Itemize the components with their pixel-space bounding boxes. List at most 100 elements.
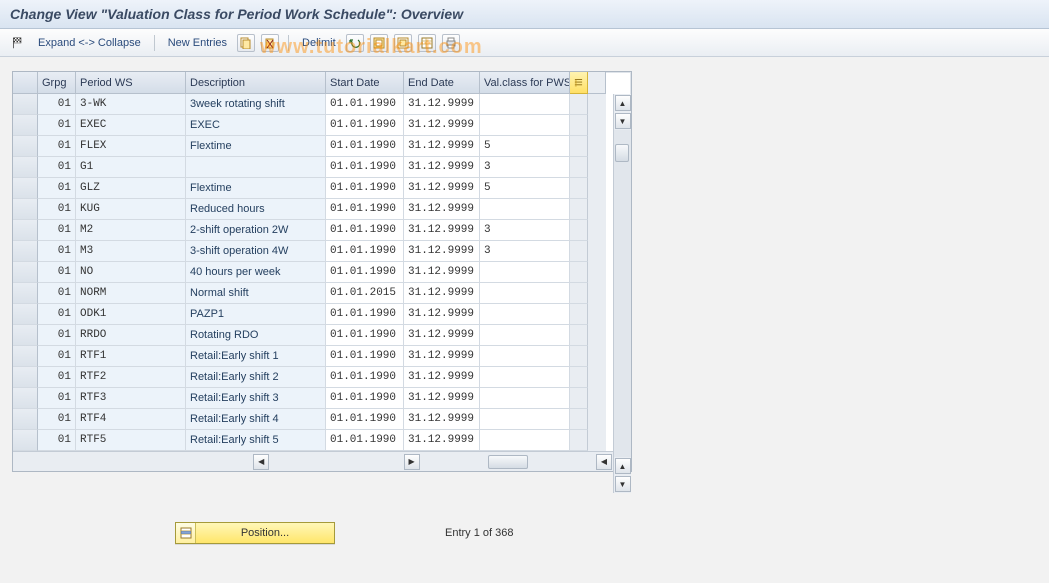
row-selector[interactable] <box>13 367 38 388</box>
checkered-flag-icon[interactable] <box>8 34 28 52</box>
row-selector[interactable] <box>13 430 38 451</box>
cell-val-class[interactable] <box>480 115 570 136</box>
cell-start-date[interactable]: 01.01.1990 <box>326 367 404 388</box>
delimit-button[interactable]: Delimit <box>298 35 340 51</box>
row-selector[interactable] <box>13 388 38 409</box>
row-selector[interactable] <box>13 220 38 241</box>
hscroll-left-step-icon[interactable]: ◀ <box>596 454 612 470</box>
cell-start-date[interactable]: 01.01.1990 <box>326 262 404 283</box>
cell-end-date[interactable]: 31.12.9999 <box>404 367 480 388</box>
cell-val-class[interactable] <box>480 409 570 430</box>
row-selector[interactable] <box>13 136 38 157</box>
cell-start-date[interactable]: 01.01.1990 <box>326 136 404 157</box>
cell-start-date[interactable]: 01.01.1990 <box>326 94 404 115</box>
deselect-all-icon[interactable] <box>394 34 412 52</box>
cell-end-date[interactable]: 31.12.9999 <box>404 199 480 220</box>
col-header-selector[interactable] <box>13 72 38 94</box>
cell-val-class[interactable]: 5 <box>480 136 570 157</box>
row-selector[interactable] <box>13 241 38 262</box>
cell-start-date[interactable]: 01.01.1990 <box>326 409 404 430</box>
cell-val-class[interactable] <box>480 304 570 325</box>
cell-start-date[interactable]: 01.01.1990 <box>326 241 404 262</box>
cell-val-class[interactable] <box>480 430 570 451</box>
cell-start-date[interactable]: 01.01.2015 <box>326 283 404 304</box>
cell-end-date[interactable]: 31.12.9999 <box>404 283 480 304</box>
cell-start-date[interactable]: 01.01.1990 <box>326 178 404 199</box>
cell-start-date[interactable]: 01.01.1990 <box>326 325 404 346</box>
row-selector[interactable] <box>13 283 38 304</box>
col-header-start-date[interactable]: Start Date <box>326 72 404 94</box>
cell-val-class[interactable] <box>480 262 570 283</box>
cell-val-class[interactable] <box>480 283 570 304</box>
row-selector[interactable] <box>13 346 38 367</box>
copy-icon[interactable] <box>237 34 255 52</box>
select-all-icon[interactable] <box>370 34 388 52</box>
cell-start-date[interactable]: 01.01.1990 <box>326 388 404 409</box>
scroll-thumb[interactable] <box>615 144 629 162</box>
cell-val-class[interactable] <box>480 199 570 220</box>
cell-start-date[interactable]: 01.01.1990 <box>326 115 404 136</box>
cell-end-date[interactable]: 31.12.9999 <box>404 136 480 157</box>
cell-val-class[interactable]: 3 <box>480 157 570 178</box>
cell-end-date[interactable]: 31.12.9999 <box>404 94 480 115</box>
cell-end-date[interactable]: 31.12.9999 <box>404 346 480 367</box>
undo-icon[interactable] <box>346 34 364 52</box>
row-selector[interactable] <box>13 178 38 199</box>
cell-val-class[interactable] <box>480 346 570 367</box>
hscroll-thumb[interactable] <box>488 455 528 469</box>
scroll-up-icon[interactable]: ▲ <box>615 95 631 111</box>
delete-icon[interactable] <box>261 34 279 52</box>
cell-start-date[interactable]: 01.01.1990 <box>326 199 404 220</box>
col-header-description[interactable]: Description <box>186 72 326 94</box>
print-icon[interactable] <box>442 34 460 52</box>
row-selector[interactable] <box>13 262 38 283</box>
vertical-scrollbar[interactable]: ▲ ▼ ▲ ▼ <box>613 94 631 493</box>
cell-end-date[interactable]: 31.12.9999 <box>404 409 480 430</box>
row-selector[interactable] <box>13 115 38 136</box>
cell-val-class[interactable]: 5 <box>480 178 570 199</box>
row-selector[interactable] <box>13 157 38 178</box>
cell-start-date[interactable]: 01.01.1990 <box>326 430 404 451</box>
scroll-up-step-icon[interactable]: ▲ <box>615 458 631 474</box>
col-header-grpg[interactable]: Grpg <box>38 72 76 94</box>
table-settings-icon[interactable] <box>418 34 436 52</box>
horizontal-scrollbar[interactable]: ◀ ▶ ◀ ▶ <box>13 451 631 471</box>
configure-columns-icon[interactable] <box>570 72 588 94</box>
col-header-period-ws[interactable]: Period WS <box>76 72 186 94</box>
cell-end-date[interactable]: 31.12.9999 <box>404 220 480 241</box>
row-selector[interactable] <box>13 409 38 430</box>
cell-val-class[interactable] <box>480 388 570 409</box>
col-header-val-class[interactable]: Val.class for PWS <box>480 72 570 94</box>
cell-val-class[interactable]: 3 <box>480 241 570 262</box>
position-button[interactable]: Position... <box>175 522 335 544</box>
cell-end-date[interactable]: 31.12.9999 <box>404 241 480 262</box>
scroll-down-icon[interactable]: ▼ <box>615 476 631 492</box>
cell-end-date[interactable]: 31.12.9999 <box>404 388 480 409</box>
row-selector[interactable] <box>13 304 38 325</box>
col-header-end-date[interactable]: End Date <box>404 72 480 94</box>
scroll-track[interactable] <box>614 130 631 457</box>
cell-end-date[interactable]: 31.12.9999 <box>404 115 480 136</box>
scroll-down-step-icon[interactable]: ▼ <box>615 113 631 129</box>
hscroll-right-step-icon[interactable]: ▶ <box>404 454 420 470</box>
cell-start-date[interactable]: 01.01.1990 <box>326 304 404 325</box>
cell-start-date[interactable]: 01.01.1990 <box>326 220 404 241</box>
cell-end-date[interactable]: 31.12.9999 <box>404 178 480 199</box>
cell-start-date[interactable]: 01.01.1990 <box>326 346 404 367</box>
cell-val-class[interactable] <box>480 94 570 115</box>
cell-val-class[interactable]: 3 <box>480 220 570 241</box>
cell-val-class[interactable] <box>480 367 570 388</box>
row-selector[interactable] <box>13 94 38 115</box>
new-entries-button[interactable]: New Entries <box>164 35 231 51</box>
cell-end-date[interactable]: 31.12.9999 <box>404 262 480 283</box>
hscroll-left-icon[interactable]: ◀ <box>253 454 269 470</box>
row-selector[interactable] <box>13 325 38 346</box>
cell-val-class[interactable] <box>480 325 570 346</box>
row-selector[interactable] <box>13 199 38 220</box>
cell-start-date[interactable]: 01.01.1990 <box>326 157 404 178</box>
cell-end-date[interactable]: 31.12.9999 <box>404 157 480 178</box>
expand-collapse-button[interactable]: Expand <-> Collapse <box>34 35 145 51</box>
cell-end-date[interactable]: 31.12.9999 <box>404 430 480 451</box>
cell-end-date[interactable]: 31.12.9999 <box>404 304 480 325</box>
cell-end-date[interactable]: 31.12.9999 <box>404 325 480 346</box>
